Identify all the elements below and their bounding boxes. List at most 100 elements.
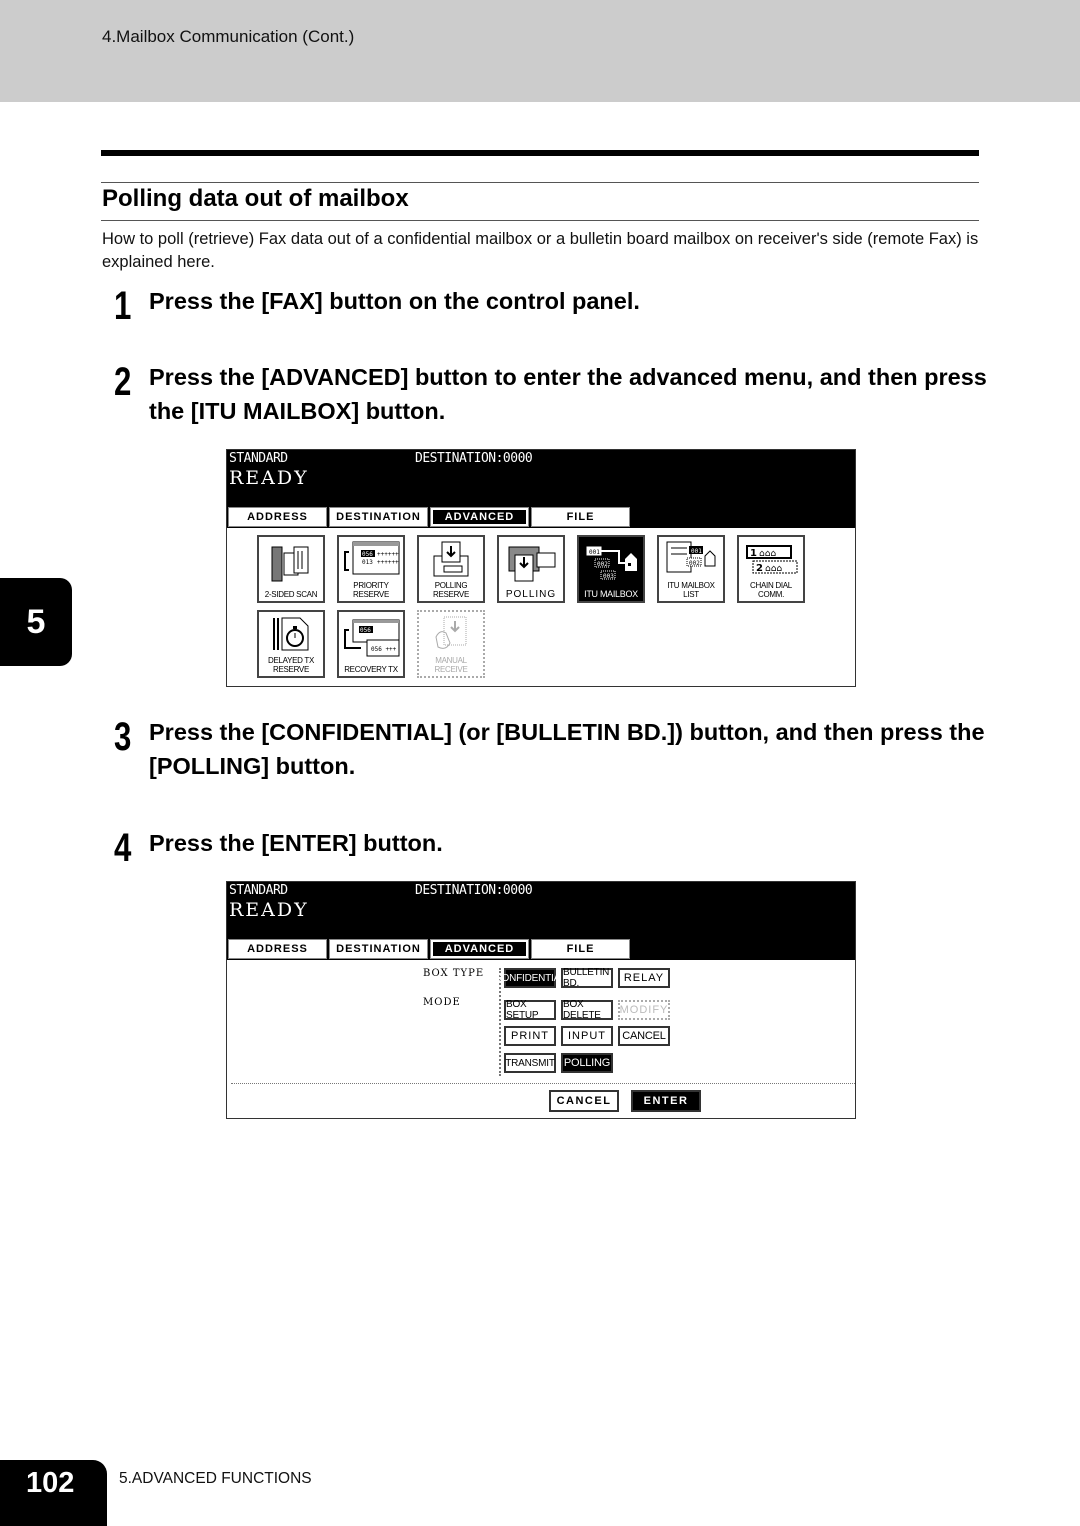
- step-number: 2: [114, 360, 132, 404]
- svg-text:001: 001: [691, 548, 702, 555]
- advanced-function-grid: 2-SIDED SCAN 056 ++++++ 013 ++++++ PRIORITY…: [227, 528, 855, 685]
- tab-file[interactable]: FILE: [531, 507, 630, 527]
- itu-mailbox-button[interactable]: 001 002 003 ITU MAILBOX: [577, 535, 645, 603]
- svg-text:056: 056: [362, 551, 373, 558]
- recovery-tx-icon: 056 056 +++: [339, 612, 403, 665]
- svg-text:⌂⌂⌂: ⌂⌂⌂: [759, 549, 776, 559]
- mailbox-settings: BOX TYPE MODE CONFIDENTIAL BULLETIN BD. …: [227, 960, 855, 1115]
- icon-label: DELAYED TX RESERVE: [267, 656, 315, 674]
- tab-address[interactable]: ADDRESS: [228, 939, 327, 959]
- svg-text:1: 1: [750, 548, 757, 559]
- itu-mailbox-list-button[interactable]: 001 002 ITU MAILBOX LIST: [657, 535, 725, 603]
- tab-destination[interactable]: DESTINATION: [329, 507, 428, 527]
- chain-dial-comm-button[interactable]: 1 ⌂⌂⌂ 2 ⌂⌂⌂ CHAIN DIAL COMM.: [737, 535, 805, 603]
- fax-screen-advanced-menu: STANDARD DESTINATION:0000 READY ADDRESS …: [226, 449, 856, 687]
- icon-label: POLLING RESERVE: [433, 581, 469, 599]
- box-type-label: BOX TYPE: [423, 968, 485, 979]
- icon-label: POLLING: [505, 589, 557, 600]
- bulletin-bd-button[interactable]: BULLETIN BD.: [561, 967, 613, 989]
- icon-label: CHAIN DIAL COMM.: [750, 581, 792, 599]
- polling-reserve-icon: [419, 537, 483, 581]
- machine-status: READY: [229, 467, 309, 489]
- priority-reserve-icon: 056 ++++++ 013 ++++++: [339, 537, 403, 581]
- chain-dial-icon: 1 ⌂⌂⌂ 2 ⌂⌂⌂: [739, 537, 803, 581]
- svg-text:056 +++: 056 +++: [371, 646, 397, 653]
- footer-divider: [231, 1083, 855, 1084]
- cancel-button[interactable]: CANCEL: [549, 1090, 619, 1112]
- chapter-tab: 5: [0, 578, 72, 666]
- polling-button[interactable]: POLLING: [561, 1053, 613, 1073]
- step-number: 3: [114, 715, 132, 759]
- icon-label: 2-SIDED SCAN: [264, 590, 318, 599]
- step-number: 4: [114, 826, 132, 870]
- svg-text:013: 013: [362, 559, 373, 566]
- tab-bar: ADDRESS DESTINATION ADVANCED FILE: [228, 939, 630, 959]
- step-text: Press the [CONFIDENTIAL] (or [BULLETIN B…: [149, 719, 985, 779]
- icon-label: PRIORITY RESERVE: [353, 581, 389, 599]
- machine-status: READY: [229, 899, 309, 921]
- scan-mode: STANDARD: [229, 451, 288, 466]
- polling-button[interactable]: POLLING: [497, 535, 565, 603]
- icon-label: ITU MAILBOX: [584, 589, 638, 599]
- svg-text:002: 002: [689, 560, 700, 567]
- icon-label: ITU MAILBOX LIST: [667, 581, 715, 599]
- polling-icon: [499, 537, 563, 590]
- vertical-divider: [499, 968, 501, 1076]
- status-bar: STANDARD DESTINATION:0000 READY ADDRESS …: [227, 882, 855, 960]
- modify-button[interactable]: MODIFY: [618, 1000, 670, 1020]
- box-delete-button[interactable]: BOX DELETE: [561, 999, 613, 1021]
- tab-bar: ADDRESS DESTINATION ADVANCED FILE: [228, 507, 630, 527]
- icon-label: RECOVERY TX: [344, 665, 398, 674]
- tab-advanced[interactable]: ADVANCED: [430, 507, 529, 527]
- page-number-tab: 102: [0, 1460, 107, 1526]
- recovery-tx-button[interactable]: 056 056 +++ RECOVERY TX: [337, 610, 405, 678]
- svg-text:001: 001: [589, 549, 600, 556]
- page-number: 102: [26, 1467, 75, 1499]
- tab-file[interactable]: FILE: [531, 939, 630, 959]
- enter-button[interactable]: ENTER: [631, 1090, 701, 1112]
- delayed-tx-reserve-button[interactable]: DELAYED TX RESERVE: [257, 610, 325, 678]
- cancel-mode-button[interactable]: CANCEL: [618, 1026, 670, 1046]
- fax-screen-itu-mailbox: STANDARD DESTINATION:0000 READY ADDRESS …: [226, 881, 856, 1119]
- section-intro: How to poll (retrieve) Fax data out of a…: [102, 230, 979, 271]
- box-setup-button[interactable]: BOX SETUP: [504, 999, 556, 1021]
- page-header-band: 4.Mailbox Communication (Cont.): [0, 0, 1080, 102]
- relay-button[interactable]: RELAY: [618, 968, 670, 988]
- mode-label: MODE: [423, 997, 461, 1008]
- destination-count: DESTINATION:0000: [415, 451, 533, 466]
- duplex-scan-icon: [259, 537, 323, 590]
- manual-receive-icon: [419, 612, 483, 656]
- section-title: Polling data out of mailbox: [102, 185, 409, 212]
- itu-mailbox-icon: 001 002 003: [579, 537, 643, 590]
- tab-address[interactable]: ADDRESS: [228, 507, 327, 527]
- two-sided-scan-button[interactable]: 2-SIDED SCAN: [257, 535, 325, 603]
- stopwatch-icon: [259, 612, 323, 656]
- print-button[interactable]: PRINT: [504, 1026, 556, 1046]
- svg-text:003: 003: [603, 573, 614, 580]
- section-divider-top: [101, 182, 979, 183]
- destination-count: DESTINATION:0000: [415, 883, 533, 898]
- step-text: Press the [FAX] button on the control pa…: [149, 288, 640, 314]
- svg-text:2: 2: [756, 563, 763, 574]
- itu-mailbox-list-icon: 001 002: [659, 537, 723, 581]
- svg-text:056: 056: [360, 627, 371, 634]
- scan-mode: STANDARD: [229, 883, 288, 898]
- step-number: 1: [114, 284, 132, 328]
- polling-reserve-button[interactable]: POLLING RESERVE: [417, 535, 485, 603]
- tab-destination[interactable]: DESTINATION: [329, 939, 428, 959]
- step-text: Press the [ENTER] button.: [149, 830, 443, 856]
- transmit-button[interactable]: TRANSMIT: [504, 1053, 556, 1073]
- svg-text:⌂⌂⌂: ⌂⌂⌂: [765, 564, 782, 574]
- manual-receive-button[interactable]: MANUAL RECEIVE: [417, 610, 485, 678]
- breadcrumb: 4.Mailbox Communication (Cont.): [102, 27, 355, 46]
- svg-text:++++++: ++++++: [377, 559, 399, 566]
- priority-reserve-button[interactable]: 056 ++++++ 013 ++++++ PRIORITY RESERVE: [337, 535, 405, 603]
- icon-label: MANUAL RECEIVE: [434, 656, 468, 674]
- svg-text:++++++: ++++++: [377, 551, 399, 558]
- status-bar: STANDARD DESTINATION:0000 READY ADDRESS …: [227, 450, 855, 528]
- step-text: Press the [ADVANCED] button to enter the…: [149, 364, 987, 424]
- input-button[interactable]: INPUT: [561, 1026, 613, 1046]
- confidential-button[interactable]: CONFIDENTIAL: [495, 968, 566, 988]
- tab-advanced[interactable]: ADVANCED: [430, 939, 529, 959]
- section-divider-thick: [101, 150, 979, 156]
